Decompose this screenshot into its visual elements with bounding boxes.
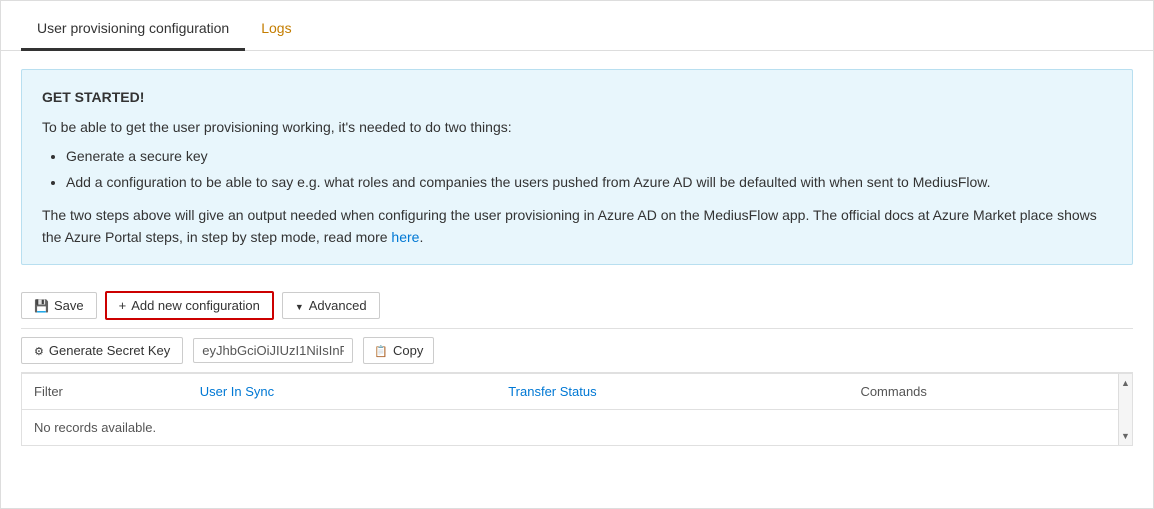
copy-label: Copy <box>393 343 423 358</box>
footer-text: The two steps above will give an output … <box>42 207 1097 245</box>
get-started-heading: GET STARTED! <box>42 86 1112 108</box>
table-header-row: Filter User In Sync Transfer Status Comm… <box>22 374 1132 410</box>
info-box: GET STARTED! To be able to get the user … <box>21 69 1133 265</box>
info-footer: The two steps above will give an output … <box>42 204 1112 249</box>
generate-key-label: Generate Secret Key <box>49 343 170 358</box>
col-header-user-in-sync: User In Sync <box>188 374 496 410</box>
save-icon <box>34 298 49 313</box>
tabs-bar: User provisioning configuration Logs <box>1 1 1153 51</box>
copy-button[interactable]: Copy <box>363 337 434 364</box>
empty-message: No records available. <box>22 410 1132 446</box>
col-header-transfer-status: Transfer Status <box>496 374 848 410</box>
bullet-1: Generate a secure key <box>66 145 1112 167</box>
toolbar: Save Add new configuration Advanced <box>21 283 1133 329</box>
secret-key-row: Generate Secret Key Copy <box>21 329 1133 373</box>
footer-end: . <box>419 229 423 245</box>
advanced-button[interactable]: Advanced <box>282 292 380 319</box>
tab-user-provisioning[interactable]: User provisioning configuration <box>21 8 245 51</box>
scroll-up-arrow[interactable]: ▲ <box>1119 376 1133 390</box>
info-intro: To be able to get the user provisioning … <box>42 116 1112 138</box>
table-wrapper: Filter User In Sync Transfer Status Comm… <box>21 373 1133 446</box>
col-header-commands: Commands <box>848 374 1132 410</box>
save-button[interactable]: Save <box>21 292 97 319</box>
col-header-filter: Filter <box>22 374 188 410</box>
data-table: Filter User In Sync Transfer Status Comm… <box>22 374 1132 445</box>
key-icon <box>34 343 44 358</box>
table-row-empty: No records available. <box>22 410 1132 446</box>
triangle-icon <box>295 298 304 313</box>
save-label: Save <box>54 298 84 313</box>
add-config-label: Add new configuration <box>131 298 260 313</box>
info-bullets: Generate a secure key Add a configuratio… <box>66 145 1112 194</box>
footer-link[interactable]: here <box>391 229 419 245</box>
main-content: GET STARTED! To be able to get the user … <box>1 51 1153 464</box>
table-scroll-area[interactable]: Filter User In Sync Transfer Status Comm… <box>22 374 1132 445</box>
secret-key-input[interactable] <box>193 338 353 363</box>
scrollbar: ▲ ▼ <box>1118 374 1132 445</box>
generate-key-button[interactable]: Generate Secret Key <box>21 337 183 364</box>
tab-logs[interactable]: Logs <box>245 8 307 51</box>
plus-icon <box>119 298 127 313</box>
bullet-2: Add a configuration to be able to say e.… <box>66 171 1112 193</box>
copy-icon <box>374 343 388 358</box>
scroll-down-arrow[interactable]: ▼ <box>1119 429 1133 443</box>
page-wrapper: User provisioning configuration Logs GET… <box>0 0 1154 509</box>
advanced-label: Advanced <box>309 298 367 313</box>
add-config-button[interactable]: Add new configuration <box>105 291 274 320</box>
